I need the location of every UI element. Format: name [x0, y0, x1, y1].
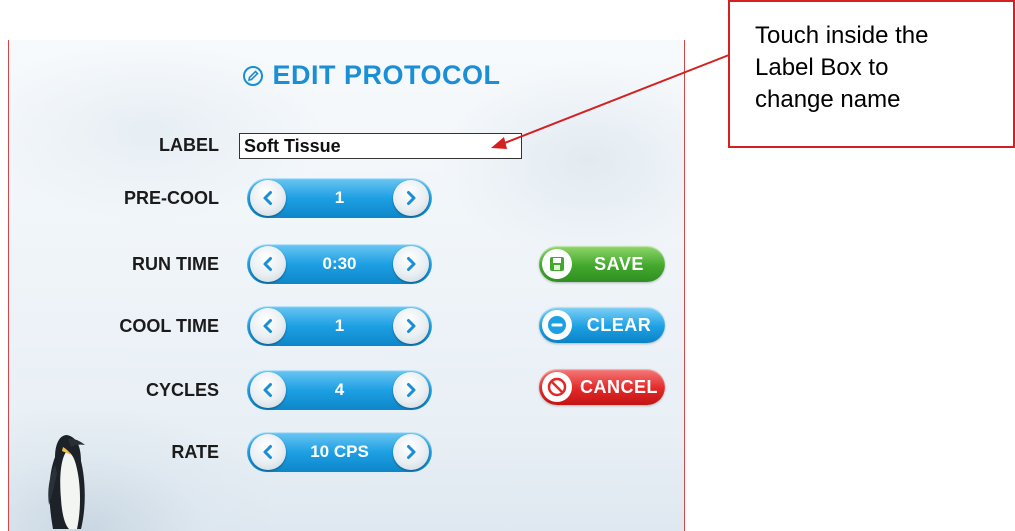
annotation-arrow: [491, 54, 730, 149]
